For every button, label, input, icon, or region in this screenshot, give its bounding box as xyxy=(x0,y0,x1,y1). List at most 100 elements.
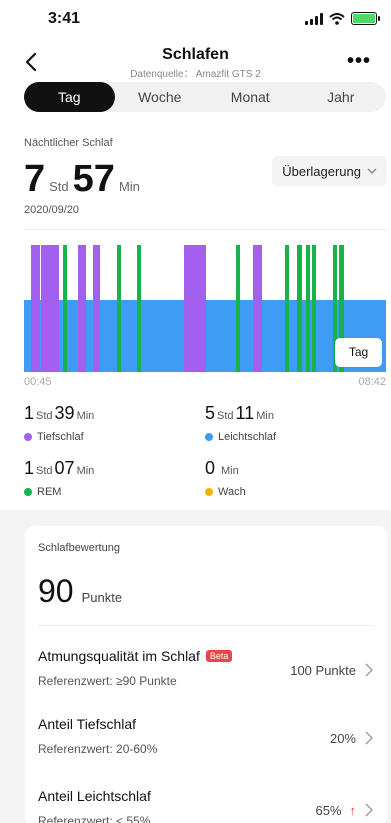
deep-sleep-bar xyxy=(78,245,86,372)
rem-hours: 1 xyxy=(24,458,35,478)
rem-sleep-bar xyxy=(63,245,67,372)
period-tabs: Tag Woche Monat Jahr xyxy=(24,82,386,112)
rem-dot-icon xyxy=(24,488,32,496)
rem-sleep-bar xyxy=(117,245,121,372)
rem-sleep-bar xyxy=(306,245,310,372)
chevron-right-icon xyxy=(365,731,373,745)
stat-rem: 1 Std 07 Min xyxy=(24,458,96,479)
battery-icon xyxy=(351,12,380,25)
hours-unit: Std xyxy=(36,465,53,477)
divider xyxy=(24,229,387,230)
minutes-unit: Min xyxy=(221,465,239,477)
tab-year[interactable]: Jahr xyxy=(296,82,387,112)
sleep-score: 90 Punkte xyxy=(38,573,122,610)
total-minutes: 57 xyxy=(72,158,115,200)
light-share-value: 65% xyxy=(315,803,342,818)
rem-sleep-bar xyxy=(236,245,240,372)
divider xyxy=(38,625,374,626)
end-time-label: 08:42 xyxy=(358,376,386,388)
row-title: Anteil Tiefschlaf xyxy=(38,716,136,732)
minutes-unit: Min xyxy=(76,410,95,422)
signal-icon xyxy=(305,12,323,25)
light-dot-icon xyxy=(205,433,213,441)
minutes-unit: Min xyxy=(256,410,274,422)
hours-unit: Std xyxy=(36,410,53,422)
deep-hours: 1 xyxy=(24,403,35,423)
hours-unit: Std xyxy=(217,410,234,422)
minutes-unit: Min xyxy=(76,465,95,477)
rem-sleep-bar xyxy=(137,245,141,372)
rem-sleep-bar xyxy=(297,245,302,372)
score-label: Schlafbewertung xyxy=(38,542,120,554)
light-share-title: Anteil Leichtschlaf xyxy=(38,788,151,804)
legend-rem: REM xyxy=(24,486,61,498)
light-label: Leichtschlaf xyxy=(218,431,277,443)
deep-sleep-bar xyxy=(41,245,59,372)
deep-dot-icon xyxy=(24,433,32,441)
row-title: Atmungsqualität im Schlaf Beta xyxy=(38,648,233,664)
section-label: Nächtlicher Schlaf xyxy=(24,137,113,149)
rem-label: REM xyxy=(37,486,62,498)
sleep-score-card: Schlafbewertung 90 Punkte Atmungsqualitä… xyxy=(25,526,387,823)
deep-sleep-bar xyxy=(31,245,40,372)
stat-awake: 0 Min xyxy=(205,458,241,479)
tab-day[interactable]: Tag xyxy=(24,82,115,112)
wifi-icon xyxy=(329,12,345,25)
chevron-right-icon xyxy=(365,663,373,677)
breathing-title: Atmungsqualität im Schlaf xyxy=(38,648,200,664)
status-icons xyxy=(305,12,380,25)
deep-sleep-bar xyxy=(184,245,206,372)
row-deep-share[interactable]: Anteil Tiefschlaf Referenzwert: 20-60% 2… xyxy=(38,716,374,772)
row-light-share[interactable]: Anteil Leichtschlaf Referenzwert: < 55% … xyxy=(38,788,374,823)
light-minutes: 11 xyxy=(235,403,255,423)
status-bar: 3:41 xyxy=(0,0,391,40)
overlay-dropdown[interactable]: Überlagerung xyxy=(272,156,387,186)
score-value: 90 xyxy=(38,573,74,609)
tab-week[interactable]: Woche xyxy=(115,82,206,112)
minutes-unit: Min xyxy=(118,179,140,194)
status-time: 3:41 xyxy=(48,10,81,27)
tab-month[interactable]: Monat xyxy=(205,82,296,112)
chevron-right-icon xyxy=(365,803,373,817)
rem-minutes: 07 xyxy=(54,458,75,478)
more-icon[interactable]: ••• xyxy=(347,51,371,71)
data-source: Datenquelle： Amazfit GTS 2 xyxy=(130,69,261,80)
deep-minutes: 39 xyxy=(54,403,75,423)
row-title: Anteil Leichtschlaf xyxy=(38,788,151,804)
legend-awake: Wach xyxy=(205,486,246,498)
legend-deep: Tiefschlaf xyxy=(24,431,84,443)
total-sleep: 7 Std 57 Min xyxy=(24,158,144,201)
awake-label: Wach xyxy=(218,486,246,498)
stat-deep: 1 Std 39 Min xyxy=(24,403,96,424)
beta-badge: Beta xyxy=(205,650,233,662)
deep-share-title: Anteil Tiefschlaf xyxy=(38,716,137,732)
hours-unit: Std xyxy=(49,179,69,194)
sleep-stage-chart xyxy=(24,245,386,372)
page-title: Schlafen xyxy=(162,46,229,63)
deep-label: Tiefschlaf xyxy=(37,431,84,443)
row-value: 100 Punkte xyxy=(290,663,356,678)
sleep-date: 2020/09/20 xyxy=(24,204,80,216)
total-hours: 7 xyxy=(24,158,46,200)
breathing-value: 100 Punkte xyxy=(290,663,356,678)
rem-sleep-bar xyxy=(285,245,289,372)
stat-light: 5 Std 11 Min xyxy=(205,403,276,424)
deep-share-reference: Referenzwert: 20-60% xyxy=(38,742,158,756)
awake-dot-icon xyxy=(205,488,213,496)
deep-sleep-bar xyxy=(93,245,100,372)
chevron-down-icon xyxy=(367,168,377,174)
row-value: 20% xyxy=(330,731,356,746)
arrow-up-icon: ↑ xyxy=(349,803,357,818)
overlay-label: Überlagerung xyxy=(282,163,361,179)
row-breathing-quality[interactable]: Atmungsqualität im Schlaf Beta Referenzw… xyxy=(38,648,374,704)
light-share-reference: Referenzwert: < 55% xyxy=(38,814,151,823)
deep-share-value: 20% xyxy=(329,731,356,746)
score-unit: Punkte xyxy=(81,590,123,605)
rem-sleep-bar xyxy=(312,245,316,372)
start-time-label: 00:45 xyxy=(24,376,52,388)
view-day-button[interactable]: Tag xyxy=(335,338,382,367)
legend-light: Leichtschlaf xyxy=(205,431,276,443)
light-hours: 5 xyxy=(205,403,216,423)
deep-sleep-bar xyxy=(253,245,262,372)
row-value: 65% ↑ xyxy=(315,803,356,818)
